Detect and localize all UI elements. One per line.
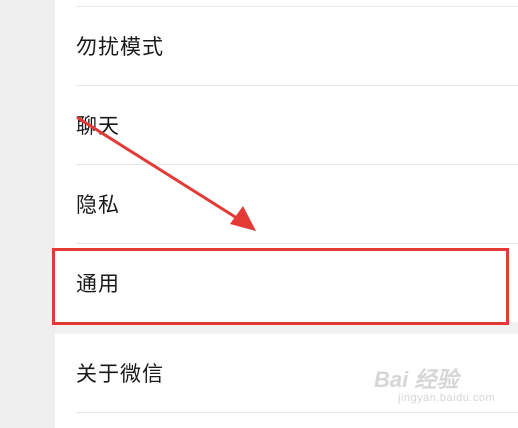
settings-item-label: 聊天 bbox=[76, 114, 120, 138]
watermark-logo: Bai 经验 bbox=[374, 367, 459, 392]
watermark-url: jingyan.baidu.com bbox=[398, 392, 496, 404]
settings-item-general[interactable]: 通用 bbox=[55, 244, 518, 322]
settings-item-chat[interactable]: 聊天 bbox=[55, 86, 518, 164]
settings-item-label: 隐私 bbox=[76, 193, 120, 217]
settings-item-privacy[interactable]: 隐私 bbox=[55, 165, 518, 243]
divider bbox=[76, 412, 518, 413]
settings-item-label: 通用 bbox=[76, 272, 120, 296]
settings-item-label: 关于微信 bbox=[76, 362, 164, 386]
settings-item-do-not-disturb[interactable]: 勿扰模式 bbox=[55, 7, 518, 85]
settings-item-label: 勿扰模式 bbox=[76, 35, 164, 59]
watermark: Bai 经验 jingyan.baidu.com bbox=[374, 362, 504, 412]
section-gap bbox=[55, 322, 518, 334]
